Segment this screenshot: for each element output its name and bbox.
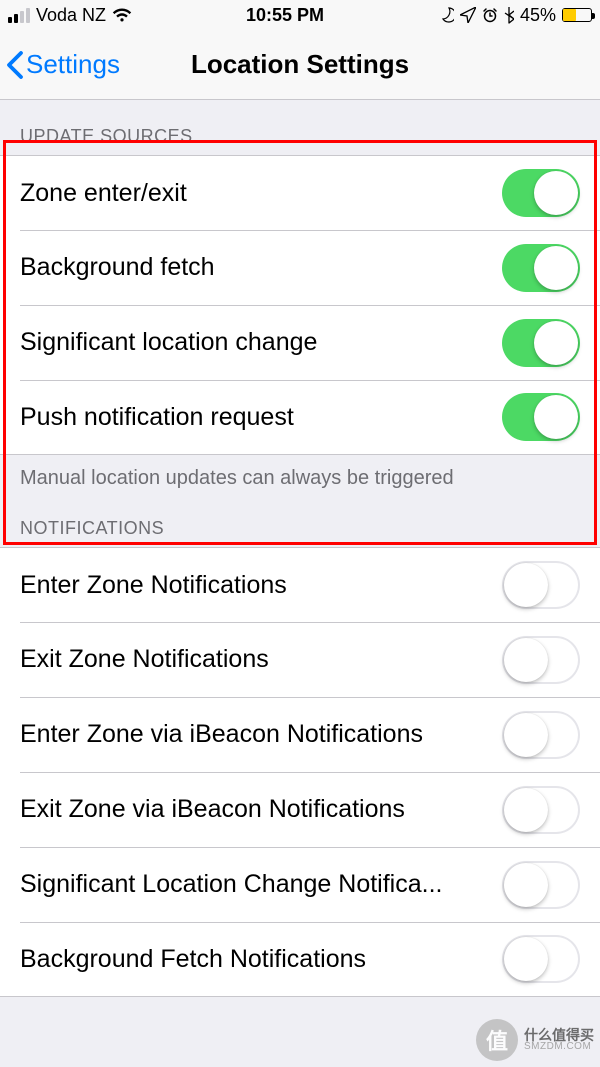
toggle-background-fetch[interactable] bbox=[502, 244, 580, 292]
toggle-background-fetch-notifications[interactable] bbox=[502, 935, 580, 983]
watermark-text: 什么值得买 bbox=[524, 1028, 594, 1042]
row-label: Significant Location Change Notifica... bbox=[20, 870, 454, 899]
row-label: Zone enter/exit bbox=[20, 179, 199, 208]
section-footer-update-sources: Manual location updates can always be tr… bbox=[0, 455, 600, 508]
back-button[interactable]: Settings bbox=[0, 49, 120, 80]
row-label: Exit Zone via iBeacon Notifications bbox=[20, 795, 417, 824]
row-label: Background Fetch Notifications bbox=[20, 945, 378, 974]
row-significant-location-change-notifications[interactable]: Significant Location Change Notifica... bbox=[0, 847, 600, 922]
location-services-icon bbox=[460, 7, 476, 23]
row-background-fetch-notifications[interactable]: Background Fetch Notifications bbox=[0, 922, 600, 997]
row-label: Exit Zone Notifications bbox=[20, 645, 281, 674]
toggle-zone-enter-exit[interactable] bbox=[502, 169, 580, 217]
row-label: Significant location change bbox=[20, 328, 329, 357]
toggle-enter-zone-notifications[interactable] bbox=[502, 561, 580, 609]
status-left: Voda NZ bbox=[8, 5, 132, 26]
watermark-url: SMZDM.COM bbox=[524, 1042, 594, 1052]
alarm-icon bbox=[482, 7, 498, 23]
watermark: 值 什么值得买 SMZDM.COM bbox=[476, 1019, 594, 1061]
row-zone-enter-exit[interactable]: Zone enter/exit bbox=[0, 155, 600, 230]
section-header-update-sources: UPDATE SOURCES bbox=[0, 100, 600, 155]
toggle-push-notification-request[interactable] bbox=[502, 393, 580, 441]
toggle-significant-location-change[interactable] bbox=[502, 319, 580, 367]
wifi-icon bbox=[112, 8, 132, 22]
status-right: 45% bbox=[438, 5, 592, 26]
signal-strength-icon bbox=[8, 8, 30, 23]
row-significant-location-change[interactable]: Significant location change bbox=[0, 305, 600, 380]
row-background-fetch[interactable]: Background fetch bbox=[0, 230, 600, 305]
toggle-exit-zone-notifications[interactable] bbox=[502, 636, 580, 684]
row-push-notification-request[interactable]: Push notification request bbox=[0, 380, 600, 455]
row-label: Enter Zone via iBeacon Notifications bbox=[20, 720, 435, 749]
toggle-exit-zone-ibeacon-notifications[interactable] bbox=[502, 786, 580, 834]
battery-icon bbox=[562, 8, 592, 22]
row-enter-zone-notifications[interactable]: Enter Zone Notifications bbox=[0, 547, 600, 622]
back-label: Settings bbox=[26, 49, 120, 80]
nav-bar: Settings Location Settings bbox=[0, 30, 600, 100]
chevron-left-icon bbox=[6, 50, 24, 80]
row-enter-zone-ibeacon-notifications[interactable]: Enter Zone via iBeacon Notifications bbox=[0, 697, 600, 772]
row-label: Enter Zone Notifications bbox=[20, 571, 299, 600]
toggle-enter-zone-ibeacon-notifications[interactable] bbox=[502, 711, 580, 759]
bluetooth-icon bbox=[504, 6, 514, 24]
section-header-notifications: NOTIFICATIONS bbox=[0, 508, 600, 547]
do-not-disturb-icon bbox=[438, 7, 454, 23]
status-bar: Voda NZ 10:55 PM 45% bbox=[0, 0, 600, 30]
row-exit-zone-notifications[interactable]: Exit Zone Notifications bbox=[0, 622, 600, 697]
status-time: 10:55 PM bbox=[246, 5, 324, 26]
watermark-icon: 值 bbox=[476, 1019, 518, 1061]
toggle-significant-location-change-notifications[interactable] bbox=[502, 861, 580, 909]
battery-percent: 45% bbox=[520, 5, 556, 26]
row-label: Background fetch bbox=[20, 253, 227, 282]
row-exit-zone-ibeacon-notifications[interactable]: Exit Zone via iBeacon Notifications bbox=[0, 772, 600, 847]
row-label: Push notification request bbox=[20, 403, 306, 432]
carrier-label: Voda NZ bbox=[36, 5, 106, 26]
